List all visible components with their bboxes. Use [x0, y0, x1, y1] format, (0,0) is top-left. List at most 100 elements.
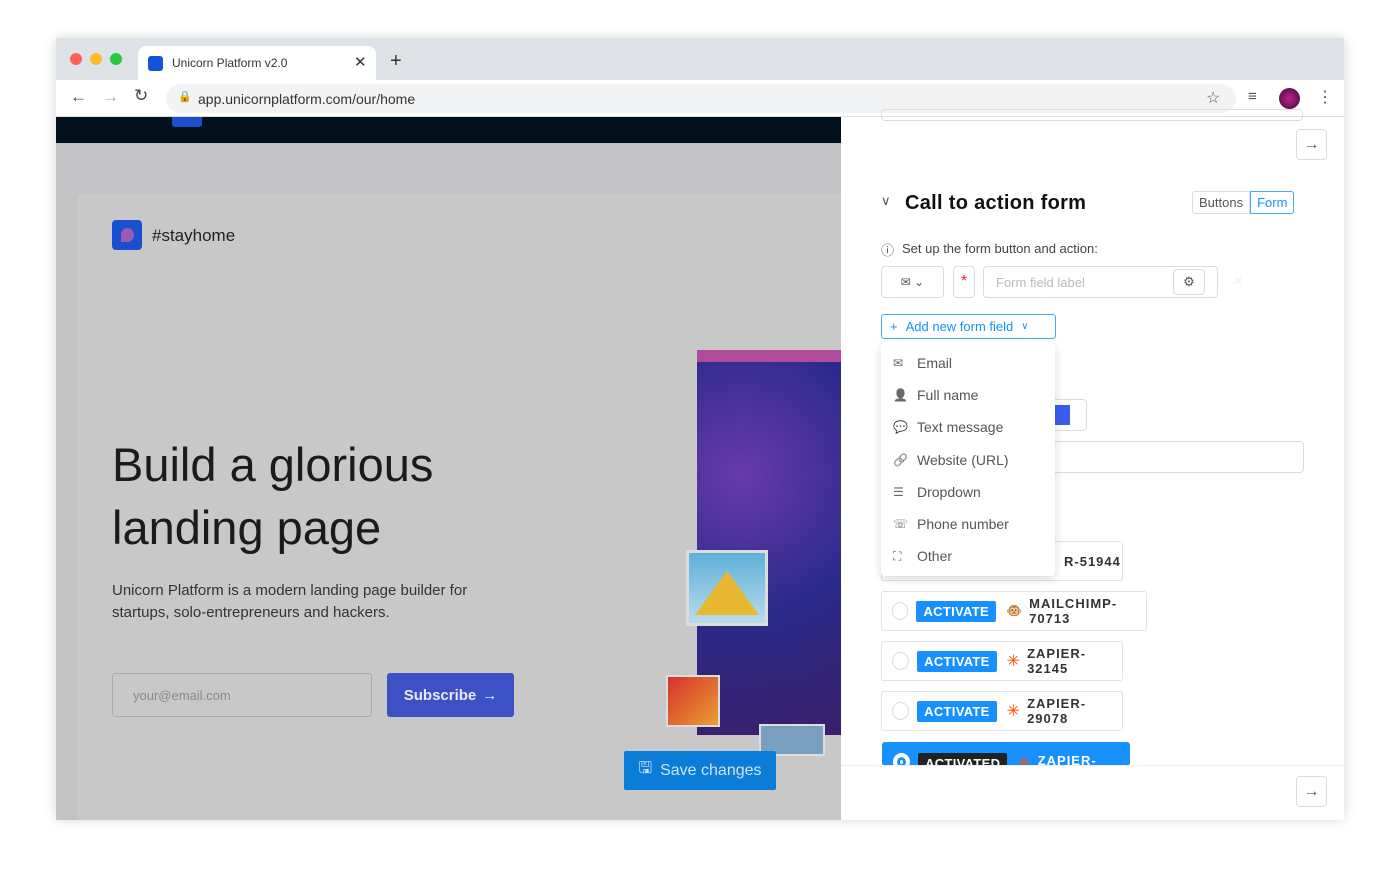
card-illustration: [666, 675, 720, 727]
radio[interactable]: [892, 652, 910, 670]
integration-name: MAILCHIMP-70713: [1029, 596, 1118, 626]
save-changes-button[interactable]: 🖫 Save changes: [624, 751, 776, 790]
menu-item[interactable]: ✉ Email: [893, 347, 952, 379]
close-tab-icon[interactable]: ✕: [354, 53, 367, 71]
mailchimp-icon: 🐵: [1005, 603, 1023, 618]
message-icon: 💬: [893, 420, 908, 435]
field-type-menu: ✉ Email 👤 Full name 💬 Text message 🔗 Website (U…: [881, 342, 1055, 576]
other-icon: ⛶: [893, 548, 902, 563]
remove-field-icon[interactable]: ✕: [1233, 274, 1243, 288]
favicon-icon: [148, 56, 163, 71]
menu-item-label: Dropdown: [917, 483, 981, 500]
menu-item[interactable]: 👤 Full name: [893, 379, 978, 411]
menu-item-label: Website (URL): [917, 451, 1009, 468]
menu-item-label: Full name: [917, 387, 979, 404]
integration-name: ZAPIER-32145: [1027, 646, 1087, 676]
lock-icon: 🔒: [178, 91, 192, 103]
action-input[interactable]: [1041, 441, 1304, 473]
maximize-window-button[interactable]: [110, 53, 122, 65]
user-icon: 👤: [893, 388, 908, 403]
list-icon: ☰: [893, 484, 904, 499]
collapse-chevron-icon[interactable]: ∨: [881, 193, 891, 209]
hint-text: Set up the form button and action:: [902, 241, 1098, 256]
mode-toggle: Buttons Form: [1192, 191, 1295, 214]
subtitle-line: startups, solo-entrepreneurs and hackers…: [112, 604, 390, 621]
link-icon: 🔗: [893, 452, 908, 467]
headline-line: Build a glorious: [112, 438, 434, 491]
menu-item-label: Phone number: [917, 516, 1009, 532]
subscribe-button[interactable]: Subscribe →: [387, 673, 514, 717]
subtitle: Unicorn Platform is a modern landing pag…: [112, 580, 467, 624]
close-window-button[interactable]: [70, 53, 82, 65]
url-text: app.unicornplatform.com/our/home: [198, 91, 416, 107]
star-icon[interactable]: ☆: [1206, 88, 1220, 108]
textarea[interactable]: [881, 109, 1303, 121]
zapier-icon: ✳: [1006, 703, 1021, 720]
page-nav: [56, 117, 841, 143]
menu-icon[interactable]: ⋮: [1317, 87, 1333, 107]
menu-item[interactable]: ☏ Phone number: [893, 508, 1009, 540]
save-label: Save changes: [660, 761, 762, 779]
page-preview: #stayhome Build a glorious landing page …: [56, 117, 841, 820]
mail-icon: ✉ ⌄: [900, 275, 925, 289]
integration-item[interactable]: ACTIVATE ✳ ZAPIER-29078: [881, 691, 1123, 731]
phone-icon: ☏: [893, 517, 909, 531]
radio[interactable]: [892, 602, 909, 620]
menu-item-label: Text message: [917, 419, 1004, 436]
menu-item[interactable]: 🔗 Website (URL): [893, 444, 1009, 476]
integration-item[interactable]: ACTIVATE 🐵 MAILCHIMP-70713: [881, 591, 1147, 631]
add-field-label: Add new form field: [905, 319, 1014, 334]
menu-item-label: Email: [917, 355, 953, 371]
plus-icon: +: [890, 319, 898, 334]
subtitle-line: Unicorn Platform is a modern landing pag…: [112, 582, 468, 599]
media-icon[interactable]: ≡: [1248, 88, 1257, 105]
activate-button[interactable]: ACTIVATE: [917, 700, 997, 722]
next-arrow-button[interactable]: →: [1296, 776, 1327, 807]
email-input[interactable]: your@email.com: [112, 673, 372, 717]
tab-title: Unicorn Platform v2.0: [172, 56, 288, 70]
next-arrow-button[interactable]: →: [1296, 129, 1327, 160]
reload-icon[interactable]: ↻: [134, 86, 148, 106]
subscribe-label: Subscribe: [403, 686, 477, 704]
avatar[interactable]: [1279, 88, 1300, 109]
integration-name: ZAPIER-29078: [1027, 696, 1087, 726]
chevron-down-icon: ∨: [1021, 321, 1029, 332]
tab-bar: Unicorn Platform v2.0 ✕ +: [56, 38, 1344, 80]
panel-footer: →: [841, 765, 1344, 820]
activate-button[interactable]: ACTIVATE: [916, 600, 996, 622]
mail-icon: ✉: [893, 356, 904, 370]
info-icon: ⓘ: [881, 243, 895, 258]
image-illustration: [686, 550, 768, 626]
gear-icon[interactable]: ⚙: [1173, 269, 1205, 295]
save-icon: 🖫: [638, 760, 653, 777]
integration-item[interactable]: ACTIVATE ✳ ZAPIER-32145: [881, 641, 1123, 681]
integration-item-active[interactable]: ACTIVATED✳ZAPIER-50616: [882, 742, 1130, 766]
toggle-buttons[interactable]: Buttons: [1192, 191, 1251, 214]
minimize-window-button[interactable]: [90, 53, 102, 65]
toggle-form[interactable]: Form: [1250, 191, 1295, 214]
zapier-icon: ✳: [1006, 653, 1021, 670]
section-title: Call to action form: [905, 192, 1087, 214]
back-icon[interactable]: ←: [70, 87, 87, 107]
headline: Build a glorious landing page: [112, 433, 433, 559]
headline-line: landing page: [112, 501, 382, 554]
browser-tab[interactable]: Unicorn Platform v2.0 ✕: [138, 46, 376, 80]
menu-item[interactable]: 💬 Text message: [893, 411, 1003, 443]
arrow-right-icon: →: [482, 686, 498, 704]
menu-item[interactable]: ☰ Dropdown: [893, 476, 981, 508]
menu-item-label: Other: [917, 548, 953, 565]
forward-icon[interactable]: →: [102, 87, 119, 107]
activate-button[interactable]: ACTIVATE: [917, 650, 997, 672]
radio[interactable]: [892, 702, 910, 720]
brand-name: #stayhome: [152, 226, 236, 245]
required-toggle[interactable]: *: [953, 266, 975, 298]
add-form-field-dropdown[interactable]: + Add new form field ∨: [881, 314, 1056, 339]
integration-name: R-51944: [1064, 553, 1121, 569]
nav-logo-icon: [172, 117, 202, 127]
settings-panel: → ∨ Call to action form Buttons Form ⓘ S…: [841, 109, 1344, 820]
browser-window: Unicorn Platform v2.0 ✕ + ← → ↻ 🔒 app.un…: [56, 38, 1344, 820]
field-type-select[interactable]: ✉ ⌄: [881, 266, 944, 298]
menu-item[interactable]: ⛶ Other: [893, 540, 952, 572]
new-tab-icon[interactable]: +: [390, 50, 402, 73]
brand-logo-icon: [112, 220, 142, 250]
